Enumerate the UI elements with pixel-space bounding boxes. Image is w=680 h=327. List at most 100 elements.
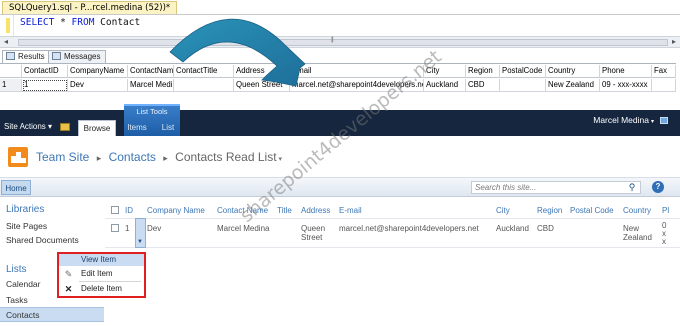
col-country[interactable]: Country	[623, 206, 651, 215]
tab-browse[interactable]: Browse	[78, 120, 116, 136]
grid-cell[interactable]: 1	[22, 79, 68, 92]
menu-delete-item-label: Delete Item	[81, 284, 122, 293]
ql-libraries-heading[interactable]: Libraries	[6, 204, 44, 215]
user-menu[interactable]: Marcel Medina ▾	[593, 115, 668, 125]
column-header[interactable]: ContactName	[128, 65, 174, 78]
column-header[interactable]: PostalCode	[500, 65, 546, 78]
column-header[interactable]: CompanyName	[68, 65, 128, 78]
query-tab[interactable]: SQLQuery1.sql - P...rcel.medina (52))*	[2, 1, 178, 15]
site-actions-label: Site Actions	[4, 122, 46, 131]
ql-item-tasks[interactable]: Tasks	[6, 295, 28, 305]
col-title[interactable]: Title	[277, 206, 292, 215]
sql-editor[interactable]: SELECT * FROM Contact	[0, 14, 680, 37]
tab-messages[interactable]: Messages	[48, 50, 107, 63]
col-email[interactable]: E-mail	[339, 206, 362, 215]
folder-up-icon[interactable]	[60, 123, 70, 131]
grid-cell[interactable]: 09 - xxx-xxxx	[600, 79, 652, 92]
sql-star: *	[60, 17, 66, 28]
user-icon	[660, 117, 668, 124]
column-header[interactable]: City	[424, 65, 466, 78]
breadcrumb-list-link[interactable]: Contacts	[109, 150, 156, 164]
select-all-checkbox[interactable]	[111, 206, 119, 214]
grid-cell[interactable]: New Zealand	[546, 79, 600, 92]
column-header[interactable]: Address	[234, 65, 290, 78]
item-context-menu: View Item ✎ Edit Item ✕ Delete Item	[57, 252, 146, 298]
ssms-window: SQLQuery1.sql - P...rcel.medina (52))* S…	[0, 0, 680, 97]
col-company-name[interactable]: Company Name	[147, 206, 205, 215]
menu-edit-item[interactable]: ✎ Edit Item	[59, 267, 144, 281]
menu-delete-item[interactable]: ✕ Delete Item	[59, 282, 144, 296]
grid-cell[interactable]: Auckland	[424, 79, 466, 92]
ql-item-site-pages[interactable]: Site Pages	[6, 221, 47, 231]
help-icon[interactable]: ?	[652, 181, 664, 193]
tab-results-label: Results	[18, 52, 45, 61]
tab-list[interactable]: List	[156, 120, 180, 136]
column-header[interactable]: ContactTitle	[174, 65, 234, 78]
grid-cell[interactable]: Dev	[68, 79, 128, 92]
grid-cell[interactable]	[652, 79, 676, 92]
ql-item-contacts[interactable]: Contacts	[6, 310, 40, 320]
messages-icon	[52, 52, 61, 60]
editor-horizontal-scrollbar[interactable]: ◂ ▸	[0, 36, 680, 48]
breadcrumb-site-link[interactable]: Team Site	[36, 150, 89, 164]
ql-lists-heading[interactable]: Lists	[6, 264, 27, 275]
chevron-down-icon[interactable]: ▾	[279, 156, 283, 163]
chevron-down-icon: ▾	[48, 122, 53, 131]
column-header[interactable]: Region	[466, 65, 500, 78]
ql-item-calendar[interactable]: Calendar	[6, 279, 41, 289]
column-header[interactable]: Fax	[652, 65, 676, 78]
grid-cell[interactable]: CBD	[466, 79, 500, 92]
tab-messages-label: Messages	[64, 52, 101, 61]
col-address[interactable]: Address	[301, 206, 330, 215]
tab-items[interactable]: Items	[124, 120, 150, 136]
grid-cell[interactable]: marcel.net@sharepoint4developers.net	[290, 79, 424, 92]
cell-address-line-1: Queen	[301, 224, 326, 233]
scroll-right-icon[interactable]: ▸	[672, 37, 676, 47]
grid-cell[interactable]	[500, 79, 546, 92]
cell-email[interactable]: marcel.net@sharepoint4developers.net	[339, 224, 479, 233]
grid-icon	[6, 52, 15, 60]
cell-company: Dev	[147, 224, 162, 233]
list-item[interactable]: 1 Dev Marcel Medina Queen Street marcel.n…	[105, 218, 680, 248]
cell-address-line-2: Street	[301, 233, 323, 242]
column-header[interactable]: Country	[546, 65, 600, 78]
sql-query-text[interactable]: SELECT * FROM Contact	[20, 17, 140, 28]
ql-item-shared-documents[interactable]: Shared Documents	[6, 235, 79, 245]
scrollbar-thumb[interactable]	[18, 37, 668, 46]
cell-country-line-2: Zealand	[623, 233, 652, 242]
scroll-left-icon[interactable]: ◂	[4, 37, 8, 47]
results-grid: ContactID CompanyName ContactName Contac…	[0, 63, 676, 92]
row-number[interactable]: 1	[0, 79, 22, 92]
col-city[interactable]: City	[496, 206, 510, 215]
breadcrumb-separator-icon: ▸	[163, 153, 168, 163]
cell-country-line-1: New	[623, 224, 640, 233]
delete-item-icon: ✕	[64, 284, 73, 294]
column-header[interactable]: Phone	[600, 65, 652, 78]
col-id[interactable]: ID	[125, 206, 133, 215]
grid-cell[interactable]	[174, 79, 234, 92]
grid-cell[interactable]: Marcel Medina	[128, 79, 174, 92]
row-checkbox[interactable]	[111, 224, 119, 232]
nav-home-tab[interactable]: Home	[1, 180, 31, 195]
sql-table-name: Contact	[100, 17, 141, 28]
menu-view-item[interactable]: View Item	[59, 254, 144, 266]
grid-corner[interactable]	[0, 65, 22, 78]
search-input[interactable]: Search this site...	[471, 181, 641, 194]
col-postal-code[interactable]: Postal Code	[570, 206, 614, 215]
col-phone[interactable]: Pl	[662, 206, 669, 215]
grid-cell[interactable]: Queen Street	[234, 79, 290, 92]
column-header[interactable]: Email	[290, 65, 424, 78]
sql-from-keyword: FROM	[71, 17, 95, 28]
col-contact-name[interactable]: Contact Name	[217, 206, 268, 215]
site-logo-icon[interactable]	[8, 147, 28, 167]
user-name: Marcel Medina	[593, 115, 649, 125]
search-icon[interactable]: ⚲	[626, 182, 638, 193]
site-actions-menu[interactable]: Site Actions ▾	[4, 122, 52, 131]
item-menu-dropdown[interactable]: ▼	[135, 218, 146, 248]
cell-phone-line-3: x	[662, 237, 666, 246]
breadcrumb-view-name[interactable]: Contacts Read List	[175, 150, 276, 164]
column-header[interactable]: ContactID	[22, 65, 68, 78]
col-region[interactable]: Region	[537, 206, 562, 215]
tab-results[interactable]: Results	[2, 50, 51, 63]
cell-country: New Zealand	[623, 224, 652, 242]
